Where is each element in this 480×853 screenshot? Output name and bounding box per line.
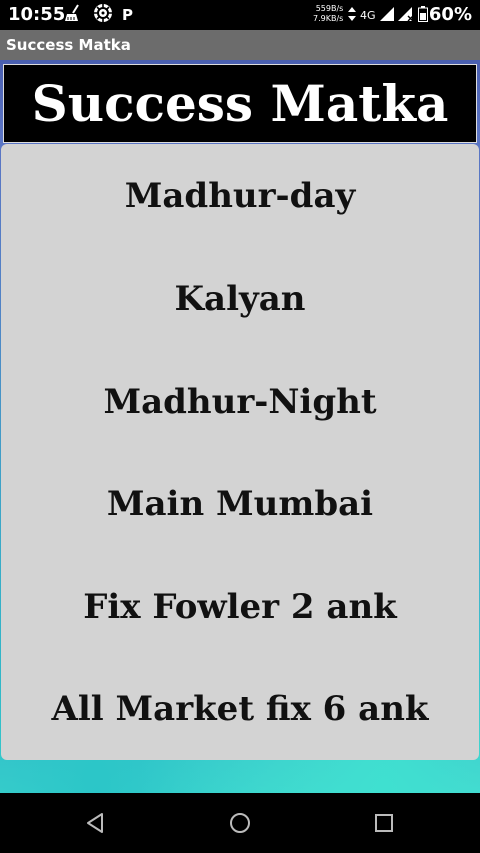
recents-icon[interactable] [372,811,396,835]
menu-item-fix-fowler-2-ank[interactable]: Fix Fowler 2 ank [1,555,479,658]
p-icon: P [122,6,133,24]
menu-item-kalyan[interactable]: Kalyan [1,247,479,350]
menu-item-label: Kalyan [174,278,306,319]
network-speed: 559B/s 7.9KB/s [313,4,343,24]
header-title: Success Matka [31,73,449,133]
menu-item-label: Madhur-Night [103,381,377,422]
notification-icons: P [64,3,133,28]
back-icon[interactable] [84,811,108,835]
status-bar: 10:55 P 559B/s 7.9KB/s 4G 60% [0,0,480,30]
action-bar-title: Success Matka [6,36,131,54]
system-icons: 4G [348,5,428,25]
battery-icon [417,5,428,25]
status-time: 10:55 [8,4,66,25]
app-screen: 10:55 P 559B/s 7.9KB/s 4G 60% Success Ma… [0,0,480,853]
data-arrows-icon [348,6,356,24]
menu-item-all-market-fix-6-ank[interactable]: All Market fix 6 ank [1,657,479,760]
home-icon[interactable] [228,811,252,835]
battery-percent: 60% [428,4,472,25]
navigation-bar [0,793,480,853]
network-speed-down: 7.9KB/s [313,14,344,23]
header-banner: Success Matka [3,64,477,143]
settings-cog-icon [93,3,113,28]
menu-item-label: Fix Fowler 2 ank [83,586,397,627]
action-bar: Success Matka [0,30,480,60]
network-type-label: 4G [360,8,376,22]
market-menu: Madhur-day Kalyan Madhur-Night Main Mumb… [1,144,479,760]
menu-item-main-mumbai[interactable]: Main Mumbai [1,452,479,555]
broom-icon [64,3,84,27]
signal-icon [379,6,394,24]
menu-item-label: Main Mumbai [106,483,374,524]
signal-x-icon [397,6,414,24]
menu-item-madhur-day[interactable]: Madhur-day [1,144,479,247]
menu-item-madhur-night[interactable]: Madhur-Night [1,350,479,453]
network-speed-up: 559B/s [315,4,344,13]
menu-item-label: Madhur-day [124,175,356,216]
menu-item-label: All Market fix 6 ank [51,688,429,729]
